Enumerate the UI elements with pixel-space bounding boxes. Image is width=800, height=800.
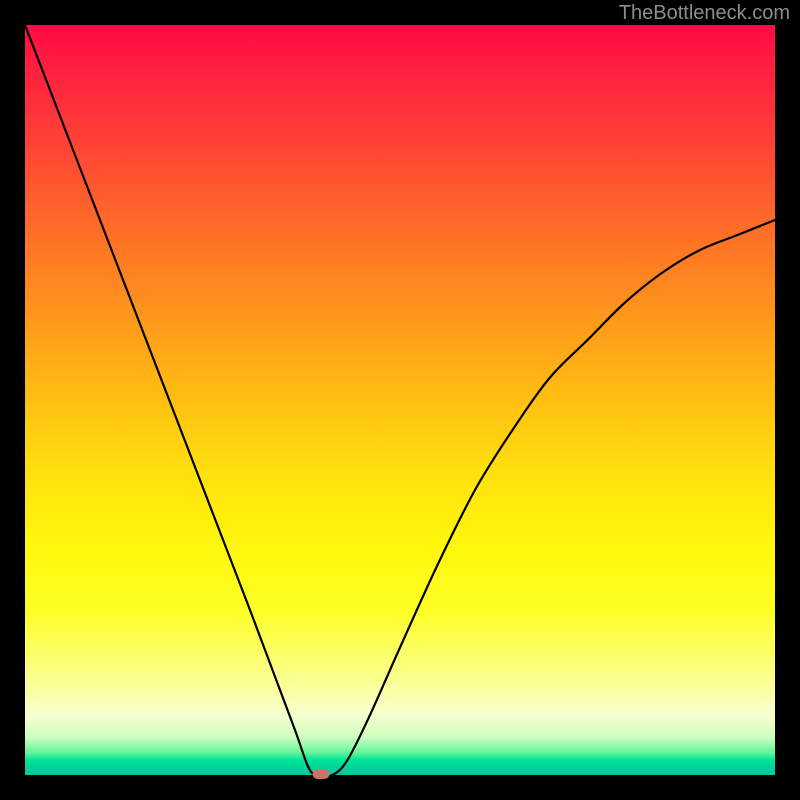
- watermark-text: TheBottleneck.com: [619, 2, 790, 25]
- plot-area: [25, 25, 775, 775]
- frame: TheBottleneck.com: [0, 0, 800, 800]
- bottleneck-curve: [25, 25, 775, 775]
- optimal-point-marker: [313, 769, 330, 779]
